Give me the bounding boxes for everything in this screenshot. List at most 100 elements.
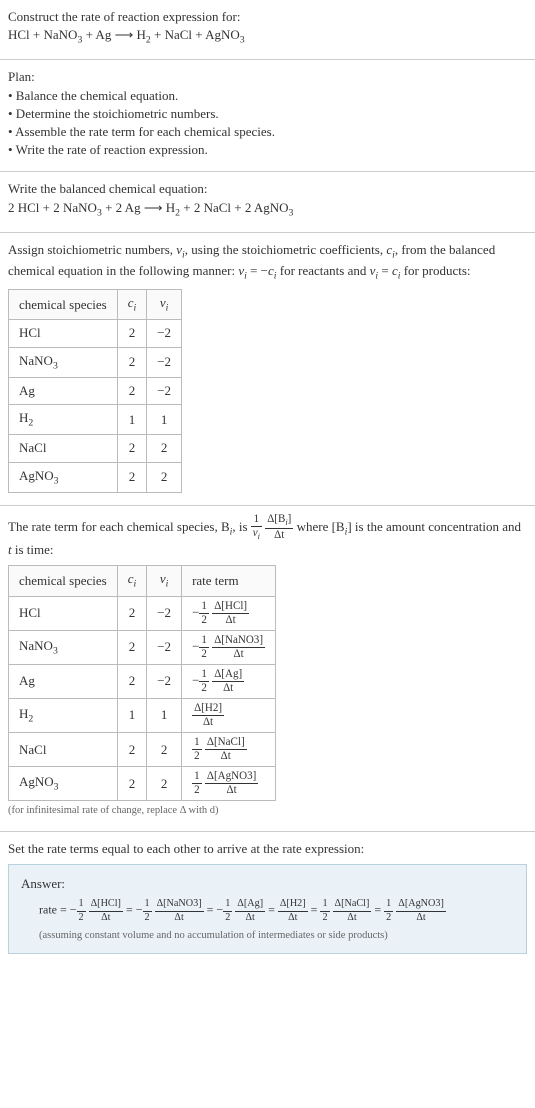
prompt-line1: Construct the rate of reaction expressio… (8, 8, 527, 26)
fraction: 12 (143, 899, 152, 922)
cell-vi: −2 (147, 377, 182, 404)
equals: = (371, 903, 384, 917)
subscript: 3 (289, 207, 294, 218)
final-section: Set the rate terms equal to each other t… (0, 832, 535, 966)
numerator: Δ[NaNO3] (212, 635, 265, 648)
fraction: Δ[NaNO3]Δt (212, 635, 265, 660)
numerator: 1 (143, 899, 152, 911)
fraction: 12 (199, 635, 209, 660)
cell-vi: 2 (147, 767, 182, 801)
fraction: Δ[NaCl]Δt (333, 899, 372, 922)
fraction: Δ[NaNO3]Δt (155, 899, 204, 922)
subscript: 3 (53, 360, 58, 371)
cell-ci: 2 (117, 767, 147, 801)
sign: − (216, 903, 223, 917)
denominator: 2 (143, 912, 152, 923)
sign: − (192, 672, 199, 687)
fraction: Δ[Bi] Δt (265, 514, 293, 542)
denominator: Δt (192, 716, 224, 728)
denominator: Δt (235, 912, 265, 923)
denominator: Δt (89, 912, 123, 923)
plan-bullet: • Write the rate of reaction expression. (8, 141, 527, 159)
col-vi: νi (147, 290, 182, 320)
cell-vi: −2 (147, 347, 182, 377)
balanced-equation: 2 HCl + 2 NaNO3 + 2 Ag ⟶ H2 + 2 NaCl + 2… (8, 199, 527, 220)
text: Assign stoichiometric numbers, (8, 242, 176, 257)
fraction: 12 (192, 737, 202, 762)
text: The rate term for each chemical species,… (8, 519, 230, 534)
sign: − (192, 604, 199, 619)
cell-ci: 2 (117, 377, 147, 404)
table-row: H211 (9, 405, 182, 435)
table-row: AgNO322 (9, 462, 182, 492)
eq-part: H (162, 200, 175, 215)
sign: − (192, 638, 199, 653)
table-row: HCl2−2 (9, 320, 182, 347)
denominator: Δt (205, 750, 247, 762)
cell-ci: 2 (117, 630, 147, 664)
equals: = (123, 903, 136, 917)
cell-vi: 2 (147, 435, 182, 462)
table-row: NaCl22 (9, 435, 182, 462)
denominator: Δt (265, 529, 293, 541)
plan-bullet: • Assemble the rate term for each chemic… (8, 123, 527, 141)
table-row: Ag2−2 (9, 377, 182, 404)
subscript: 3 (53, 645, 58, 656)
denominator: 2 (192, 750, 202, 762)
answer-label: Answer: (21, 875, 514, 893)
cell-vi: −2 (147, 664, 182, 698)
subscript: 3 (54, 475, 59, 486)
final-heading: Set the rate terms equal to each other t… (8, 840, 527, 858)
cell-rate-term: −12 Δ[NaNO3]Δt (182, 630, 276, 664)
col-species: chemical species (9, 566, 118, 596)
numerator: Δ[HCl] (212, 601, 249, 614)
cell-rate-term: 12 Δ[NaCl]Δt (182, 733, 276, 767)
cell-rate-term: Δ[H2]Δt (182, 698, 276, 732)
denominator: 2 (199, 614, 209, 626)
denominator: 2 (192, 784, 202, 796)
table-row: HCl2−2−12 Δ[HCl]Δt (9, 596, 276, 630)
table-row: NaNO32−2 (9, 347, 182, 377)
cell-ci: 2 (117, 320, 147, 347)
fraction: Δ[AgNO3]Δt (396, 899, 446, 922)
cell-species: NaNO3 (9, 347, 118, 377)
subscript: 2 (28, 714, 33, 725)
numerator: Δ[H2] (278, 899, 308, 911)
cell-species: NaNO3 (9, 630, 118, 664)
table-header-row: chemical species ci νi rate term (9, 566, 276, 596)
cell-vi: 2 (147, 733, 182, 767)
denominator: 2 (223, 912, 232, 923)
rate-term-table: chemical species ci νi rate term HCl2−2−… (8, 565, 276, 801)
numerator: Δ[HCl] (89, 899, 123, 911)
text: , is (232, 519, 250, 534)
balanced-section: Write the balanced chemical equation: 2 … (0, 172, 535, 231)
numerator: 1 (384, 899, 393, 911)
stoich-section: Assign stoichiometric numbers, νi, using… (0, 233, 535, 505)
answer-note: (assuming constant volume and no accumul… (21, 929, 514, 944)
cell-vi: −2 (147, 596, 182, 630)
eq-part: HCl + NaNO (8, 27, 77, 42)
plan-bullet: • Balance the chemical equation. (8, 87, 527, 105)
cell-vi: 1 (147, 698, 182, 732)
denominator: Δt (212, 648, 265, 660)
fraction: Δ[HCl]Δt (89, 899, 123, 922)
numerator: 1 (199, 635, 209, 648)
text: = − (247, 263, 268, 278)
fraction: 12 (77, 899, 86, 922)
fraction: Δ[Ag]Δt (235, 899, 265, 922)
text: Δt (274, 529, 284, 541)
cell-species: AgNO3 (9, 767, 118, 801)
numerator: 1 (251, 514, 262, 527)
equals: = (204, 903, 217, 917)
numerator: Δ[NaCl] (333, 899, 372, 911)
subscript: i (134, 303, 137, 314)
numerator: Δ[Ag] (212, 669, 244, 682)
cell-species: Ag (9, 664, 118, 698)
sign: − (136, 903, 143, 917)
table-row: NaNO32−2−12 Δ[NaNO3]Δt (9, 630, 276, 664)
numerator: Δ[NaNO3] (155, 899, 204, 911)
text: where [B (297, 519, 345, 534)
subscript: 3 (240, 35, 245, 46)
cell-ci: 2 (117, 596, 147, 630)
fraction: 12 (384, 899, 393, 922)
